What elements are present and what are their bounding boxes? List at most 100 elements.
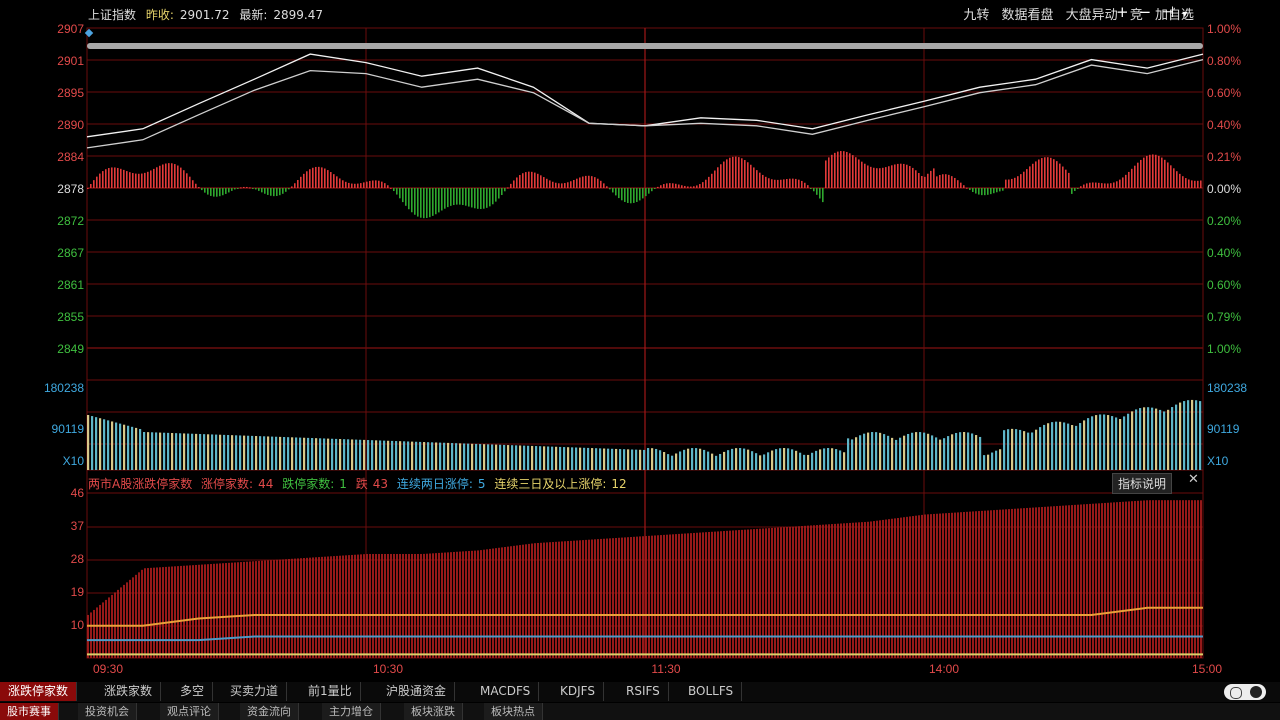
momentum-bar <box>972 188 974 192</box>
momentum-bar <box>903 163 905 188</box>
limit-up-bar <box>1191 500 1193 658</box>
limit-up-bar <box>237 562 239 658</box>
volume-bar <box>1123 416 1126 470</box>
momentum-bar <box>561 183 563 188</box>
tool-market-alert[interactable]: 大盘异动 <box>1066 8 1118 23</box>
momentum-bar <box>513 180 515 188</box>
tool-data-board[interactable]: 数据看盘 <box>1002 8 1054 23</box>
indicator-help-button[interactable]: 指标说明 <box>1112 473 1173 494</box>
momentum-bar <box>1152 154 1154 188</box>
momentum-bar <box>1011 178 1013 188</box>
pin-icon[interactable]: ⊣ <box>1161 3 1174 21</box>
volume-bar <box>463 443 466 470</box>
tab-market-news[interactable]: 股市赛事 <box>0 703 59 720</box>
momentum-bar <box>237 188 239 189</box>
momentum-bar <box>243 186 245 188</box>
limit-up-bar <box>276 559 278 658</box>
limit-up-bar <box>699 532 701 658</box>
limit-up-bar <box>1074 504 1076 658</box>
momentum-bar <box>387 185 389 188</box>
limit-up-bar <box>117 589 119 658</box>
chart-header: 上证指数 昨收: 2901.72 最新: 2899.47 九转 数据看盘 大盘异动 … <box>0 0 1280 28</box>
tab-volume-ratio[interactable]: 前1量比 <box>300 682 361 701</box>
momentum-bar <box>891 165 893 188</box>
volume-bar <box>323 438 326 470</box>
limit-up-bar <box>1068 505 1070 658</box>
momentum-bar <box>1065 169 1067 188</box>
tab-macdfs[interactable]: MACDFS <box>472 682 540 701</box>
momentum-bar <box>171 163 173 188</box>
momentum-bar <box>321 167 323 188</box>
momentum-bar <box>165 163 167 188</box>
limit-up-bar <box>834 523 836 658</box>
volume-bar <box>819 449 822 470</box>
volume-bar <box>307 437 310 470</box>
volume-bar <box>399 441 402 470</box>
momentum-bar <box>576 178 578 188</box>
tab-limit-count[interactable]: 涨跌停家数 <box>0 682 78 701</box>
limit-up-bar <box>408 553 410 658</box>
toggle-switch[interactable] <box>1224 684 1266 700</box>
momentum-bar <box>189 176 191 188</box>
momentum-bar <box>720 164 722 188</box>
plus-icon[interactable]: + <box>1116 3 1129 21</box>
info-tabs: 股市赛事 投资机会 观点评论 资金流向 主力增仓 板块涨跌 板块热点 <box>0 703 1280 720</box>
limit-up-bar <box>657 535 659 658</box>
limit-up-bar <box>630 537 632 658</box>
volume-bar <box>715 455 718 470</box>
tab-fund-flow[interactable]: 资金流向 <box>240 703 299 720</box>
intraday-chart[interactable]: 2907290128952890288428782872286728612855… <box>0 0 1280 680</box>
tab-rsifs[interactable]: RSIFS <box>618 682 669 701</box>
volume-bar <box>799 452 802 470</box>
tab-opportunities[interactable]: 投资机会 <box>78 703 137 720</box>
momentum-bar <box>660 185 662 188</box>
indicator-tick-left: 46 <box>71 486 85 500</box>
volume-bar <box>371 440 374 470</box>
limit-up-bar <box>303 558 305 658</box>
volume-bar <box>1135 409 1138 470</box>
momentum-bar <box>861 161 863 188</box>
volume-bar <box>391 440 394 470</box>
volume-bar <box>1075 425 1078 470</box>
tab-bollfs[interactable]: BOLLFS <box>680 682 743 701</box>
tab-main-increase[interactable]: 主力增仓 <box>322 703 381 720</box>
limit-up-bar <box>93 609 95 658</box>
volume-bar <box>107 420 110 470</box>
price-tick-left: 2895 <box>57 86 84 100</box>
index-title[interactable]: 上证指数 <box>88 8 136 22</box>
momentum-bar <box>288 188 290 190</box>
minus-icon[interactable]: − <box>1139 3 1152 21</box>
momentum-bar <box>366 181 368 188</box>
chevron-down-icon[interactable]: ▾ <box>1182 9 1187 20</box>
indicator-tick-left: 28 <box>71 552 85 566</box>
volume-bar <box>831 448 834 470</box>
momentum-bar <box>714 170 716 188</box>
volume-bar <box>607 448 610 470</box>
tab-buy-sell-power[interactable]: 买卖力道 <box>222 682 288 701</box>
volume-bar <box>611 448 614 470</box>
momentum-bar <box>153 168 155 188</box>
volume-bar <box>303 437 306 470</box>
limit-up-bar <box>474 550 476 658</box>
limit-up-bar <box>213 563 215 658</box>
tab-sector-hot[interactable]: 板块热点 <box>484 703 543 720</box>
momentum-bar <box>699 184 701 188</box>
tab-long-short[interactable]: 多空 <box>172 682 214 701</box>
limit-up-bar <box>393 553 395 658</box>
tab-kdjfs[interactable]: KDJFS <box>552 682 604 701</box>
momentum-bar <box>1143 157 1145 188</box>
volume-bar <box>863 433 866 470</box>
tab-sector-change[interactable]: 板块涨跌 <box>404 703 463 720</box>
volume-bar <box>359 439 362 470</box>
tab-northbound-funds[interactable]: 沪股通资金 <box>378 682 456 701</box>
momentum-bar <box>1200 180 1202 188</box>
tab-opinions[interactable]: 观点评论 <box>160 703 219 720</box>
momentum-bar <box>543 177 545 188</box>
close-icon[interactable]: ✕ <box>1188 472 1199 487</box>
tool-jiuzhuan[interactable]: 九转 <box>963 8 989 23</box>
limit-up-bar <box>675 534 677 658</box>
limit-up-bar <box>468 551 470 658</box>
limit-up-bar <box>126 582 128 658</box>
limit-up-bar <box>735 530 737 658</box>
tab-advance-decline[interactable]: 涨跌家数 <box>96 682 162 701</box>
